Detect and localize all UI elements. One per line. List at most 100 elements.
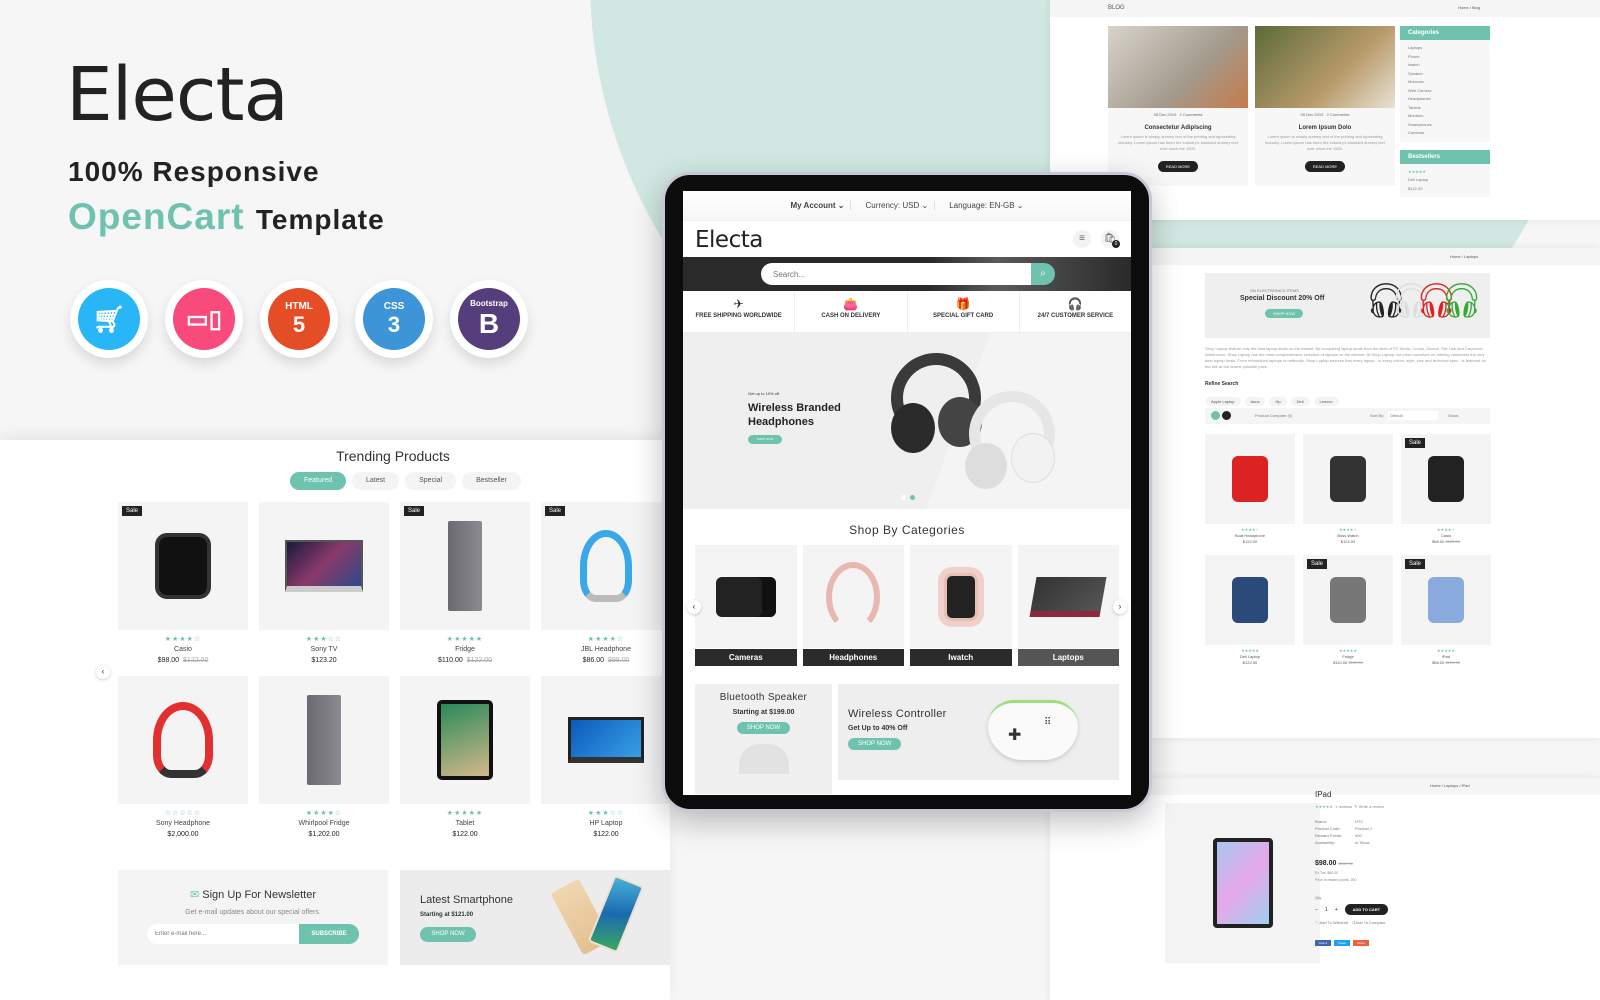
product-card[interactable]: Sale ★★★★☆ Casio $98.00 $122.00 [118,502,248,664]
product-card[interactable]: ★★★★☆ Boat Headphone $122.00 [1205,434,1295,545]
bestseller-item[interactable]: ★★★★★ Dell Laptop $122.00 [1400,163,1490,197]
slider-dot-active[interactable] [910,495,915,500]
minus-button[interactable]: − [1315,907,1318,913]
tab-featured[interactable]: Featured [290,472,347,490]
product-name[interactable]: Sony Headphone [118,820,248,827]
search-icon: ⌕ [1040,268,1046,279]
product-image[interactable] [1205,434,1295,524]
product-card[interactable]: ★★★★☆ Whirlpool Fridge $1,202.00 [259,676,389,838]
product-card[interactable]: Sale ★★★★☆ Casio $98.00 $122.00 [1401,434,1491,545]
category-card-laptops[interactable]: Laptops [1017,545,1119,666]
product-image[interactable] [1205,555,1295,645]
category-link[interactable]: Cameras [1408,129,1482,138]
product-image[interactable] [259,502,389,630]
category-label[interactable]: Laptops [1017,649,1119,666]
carousel-prev-arrow[interactable]: ‹ [687,600,701,614]
service-icon: 🎧 [1067,297,1083,311]
plus-button[interactable]: + [1335,907,1338,913]
search-input[interactable] [761,263,1031,285]
product-image[interactable]: Sale [541,502,671,630]
language-dropdown[interactable]: Language: EN-GB ⌄ [943,201,1029,210]
sort-select[interactable]: Default [1388,411,1438,420]
category-image[interactable] [695,545,797,648]
category-link[interactable]: Motorola [1408,78,1482,87]
prev-arrow[interactable]: ‹ [96,665,110,679]
product-card[interactable]: ★★★☆☆ Sony TV $123.20 [259,502,389,664]
category-label[interactable]: Cameras [695,649,797,666]
subscribe-button[interactable]: SUBSCRIBE [299,924,359,944]
refine-chip[interactable]: Dell [1290,397,1310,406]
category-link[interactable]: Speaker [1408,70,1482,79]
menu-icon[interactable]: ≡ [1073,230,1091,248]
product-card[interactable]: ★★★★★ Tablet $122.00 [400,676,530,838]
product-image[interactable] [259,676,389,804]
product-image[interactable]: Sale [1303,555,1393,645]
category-link[interactable]: Web Camera [1408,87,1482,96]
refine-chip[interactable]: Lenovo [1313,397,1339,406]
category-link[interactable]: Laptops [1408,44,1482,53]
my-account-dropdown[interactable]: My Account ⌄ [785,201,852,210]
carousel-next-arrow[interactable]: › [1113,600,1127,614]
cart-icon[interactable]: 🛍︎ 0 [1101,230,1120,248]
category-link[interactable]: Headphones [1408,95,1482,104]
product-card[interactable]: ★★★★★ Dell Laptop $122.00 [1205,555,1295,666]
grid-view-button[interactable] [1211,411,1220,420]
category-link[interactable]: Phone [1408,53,1482,62]
category-card-headphones[interactable]: Headphones [802,545,904,666]
product-image[interactable] [400,676,530,804]
category-card-cameras[interactable]: Cameras [695,545,797,666]
product-image[interactable]: Sale [1401,555,1491,645]
product-name[interactable]: Whirlpool Fridge [259,820,389,827]
product-image[interactable]: Sale [1401,434,1491,524]
product-card[interactable]: Sale ★★★★★ Fridge $110.00 $122.00 [1303,555,1393,666]
product-name[interactable]: Tablet [400,820,530,827]
currency-dropdown[interactable]: Currency: USD ⌄ [859,201,936,210]
category-link[interactable]: Monitors [1408,112,1482,121]
add-to-cart-button[interactable]: ADD TO CART [1344,904,1389,915]
read-more-button[interactable]: READ MORE [1157,161,1199,172]
product-card[interactable]: ★★★★☆ Boss Watch $122.00 [1303,434,1393,545]
product-image[interactable] [1303,434,1393,524]
refine-chip[interactable]: Apple Laptop [1205,397,1241,406]
search-button[interactable]: ⌕ [1031,263,1055,285]
product-name[interactable]: Fridge [400,646,530,653]
product-name[interactable]: Sony TV [259,646,389,653]
slider-dot[interactable] [901,495,906,500]
product-card[interactable]: Sale ★★★★★ Fridge $110.00 $122.00 [400,502,530,664]
tab-bestseller[interactable]: Bestseller [462,472,521,490]
product-name[interactable]: JBL Headphone [541,646,671,653]
category-image[interactable] [1017,545,1119,648]
category-label[interactable]: Headphones [802,649,904,666]
shop-now-button[interactable]: SHOP NOW [1265,309,1304,318]
shop-now-button[interactable]: SHOP NOW [420,927,476,942]
category-image[interactable] [802,545,904,648]
list-view-button[interactable] [1222,411,1231,420]
tab-latest[interactable]: Latest [352,472,400,490]
product-image[interactable]: Sale [400,502,530,630]
category-label[interactable]: Iwatch [910,649,1012,666]
product-card[interactable]: Sale ★★★★☆ JBL Headphone $86.00 $98.00 [541,502,671,664]
category-card-iwatch[interactable]: Iwatch [910,545,1012,666]
site-logo[interactable]: Electa [695,227,763,253]
product-image[interactable] [541,676,671,804]
newsletter-email-input[interactable] [147,924,299,944]
refine-chip[interactable]: Hp [1269,397,1287,406]
shop-now-button[interactable]: SHOP NOW [736,722,791,734]
product-name[interactable]: Casio [118,646,248,653]
refine-chip[interactable]: Asus [1244,397,1266,406]
category-link[interactable]: Iwatch [1408,61,1482,70]
product-name[interactable]: HP Laptop [541,820,671,827]
product-image[interactable]: Sale [118,502,248,630]
product-image[interactable] [118,676,248,804]
slider-shop-now-button[interactable]: SHOP NOW [748,435,782,444]
shop-now-button[interactable]: SHOP NOW [848,738,902,750]
product-card[interactable]: Sale ★★★★★ iPad $98.00 $122.00 [1401,555,1491,666]
product-card[interactable]: ☆☆☆☆☆ Sony Headphone $2,000.00 [118,676,248,838]
read-more-button[interactable]: READ MORE [1304,161,1346,172]
category-image[interactable] [910,545,1012,648]
qty-stepper[interactable]: − 1 + ADD TO CART [1315,904,1389,915]
category-link[interactable]: Smartphones [1408,121,1482,130]
product-card[interactable]: ★★★☆☆ HP Laptop $122.00 [541,676,671,838]
category-link[interactable]: Tablets [1408,104,1482,113]
tab-special[interactable]: Special [405,472,457,490]
